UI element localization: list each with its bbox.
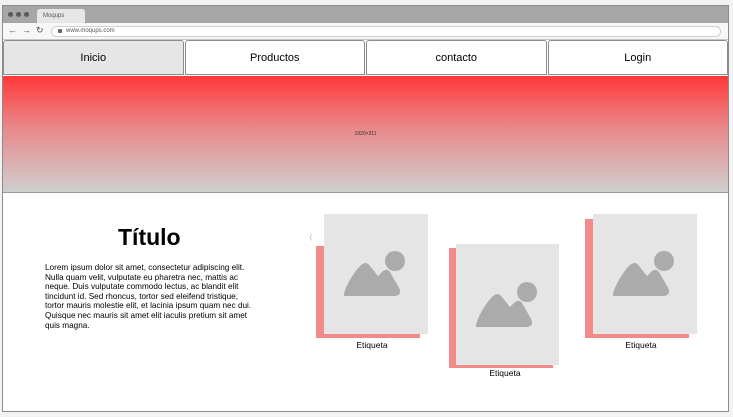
stray-mark: ( — [310, 235, 312, 241]
body-text: Lorem ipsum dolor sit amet, consectetur … — [45, 263, 252, 330]
image-placeholder-icon — [613, 251, 674, 296]
card-caption: Etiqueta — [489, 368, 521, 378]
reload-icon[interactable]: ↻ — [36, 26, 44, 35]
gallery-card[interactable]: Etiqueta — [585, 214, 697, 351]
gallery-card[interactable]: Etiqueta — [449, 243, 561, 380]
window-minimize-dot[interactable] — [16, 12, 21, 17]
card-caption: Etiqueta — [356, 340, 388, 350]
window-close-dot[interactable] — [8, 12, 13, 17]
image-placeholder — [593, 214, 697, 334]
address-bar: ← → ↻ www.moqups.com — [3, 23, 728, 40]
window-maximize-dot[interactable] — [24, 12, 29, 17]
back-arrow-icon[interactable]: ← — [8, 26, 17, 35]
image-placeholder-icon — [475, 281, 537, 327]
nav-item-login[interactable]: Login — [547, 40, 728, 75]
nav-item-inicio[interactable]: Inicio — [3, 40, 184, 75]
hero-banner: 1920×311 — [3, 76, 728, 193]
hero-size-label: 1920×311 — [354, 131, 377, 137]
page-title: Título — [118, 224, 181, 250]
url-field[interactable]: www.moqups.com — [51, 26, 721, 37]
main-nav: Inicio Productos contacto Login — [3, 40, 728, 75]
browser-tab[interactable]: Moqups — [37, 9, 85, 23]
image-placeholder-icon — [344, 251, 405, 296]
card-caption: Etiqueta — [625, 340, 657, 350]
image-placeholder — [324, 214, 428, 334]
browser-titlebar: Moqups — [3, 6, 728, 23]
url-text: www.moqups.com — [66, 28, 115, 34]
lock-icon — [58, 29, 62, 33]
forward-arrow-icon[interactable]: → — [22, 26, 31, 35]
nav-item-contacto[interactable]: contacto — [366, 40, 547, 75]
image-placeholder — [456, 244, 559, 365]
gallery-card[interactable]: Etiqueta — [316, 214, 428, 351]
nav-item-productos[interactable]: Productos — [184, 40, 365, 75]
